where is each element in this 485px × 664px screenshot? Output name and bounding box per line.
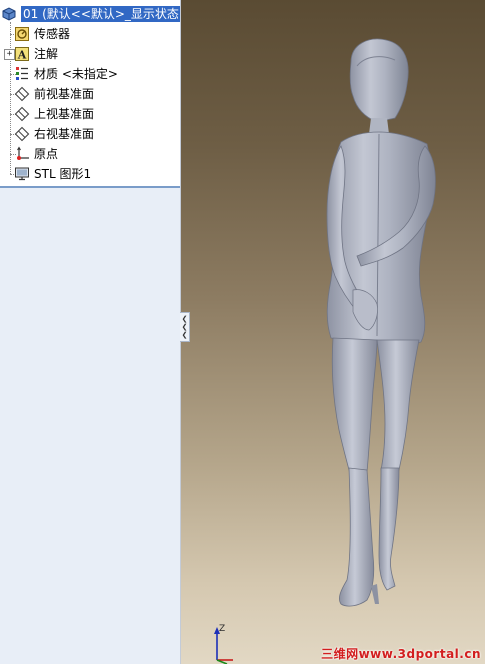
tree-item-right-plane[interactable]: 右视基准面 <box>14 124 180 144</box>
tree-guide-line <box>10 22 11 174</box>
plane-icon <box>14 86 30 102</box>
tree-root-part[interactable]: 01 (默认<<默认>_显示状态 1 <box>0 4 180 24</box>
tree-item-front-plane[interactable]: 前视基准面 <box>14 84 180 104</box>
watermark: 三维网www.3dportal.cn <box>321 647 481 661</box>
tree-item-label: 材质 <未指定> <box>34 67 118 81</box>
sensor-icon <box>14 26 30 42</box>
tree-item-material[interactable]: 材质 <未指定> <box>14 64 180 84</box>
triad-z-label: Z <box>219 624 226 634</box>
plane-icon <box>14 106 30 122</box>
tree-item-stl-graphics[interactable]: STL 图形1 <box>14 164 180 184</box>
stl-figure-model <box>326 38 436 607</box>
material-icon <box>14 66 30 82</box>
stl-graphics-icon <box>14 166 30 182</box>
tree-item-label: 前视基准面 <box>34 87 95 101</box>
tree-item-label: 上视基准面 <box>34 107 95 121</box>
tree-item-annotations[interactable]: A 注解 <box>14 44 180 64</box>
graphics-viewport[interactable]: Z 三维网www.3dportal.cn <box>181 0 485 664</box>
tree-root-label: 01 (默认<<默认>_显示状态 1 <box>21 6 180 22</box>
plane-icon <box>14 126 30 142</box>
tree-item-sensors[interactable]: 传感器 <box>14 24 180 44</box>
tree-item-label: 原点 <box>34 147 59 161</box>
origin-icon <box>14 146 30 162</box>
tree-item-label: 注解 <box>34 47 59 61</box>
part-icon <box>1 6 17 22</box>
feature-manager-panel: 01 (默认<<默认>_显示状态 1 传感器 + A 注解 材质 <未指定> 前… <box>0 0 181 664</box>
tree-item-label: STL 图形1 <box>34 167 92 181</box>
tree-item-label: 右视基准面 <box>34 127 95 141</box>
feature-tree: 01 (默认<<默认>_显示状态 1 传感器 + A 注解 材质 <未指定> 前… <box>0 0 180 188</box>
tree-item-label: 传感器 <box>34 27 71 41</box>
coordinate-triad <box>214 627 233 664</box>
panel-splitter-handle[interactable]: ❮ ❮ ❮ <box>180 312 190 342</box>
svg-text:A: A <box>17 49 27 62</box>
annotation-icon: A <box>14 46 30 62</box>
tree-item-top-plane[interactable]: 上视基准面 <box>14 104 180 124</box>
tree-item-origin[interactable]: 原点 <box>14 144 180 164</box>
